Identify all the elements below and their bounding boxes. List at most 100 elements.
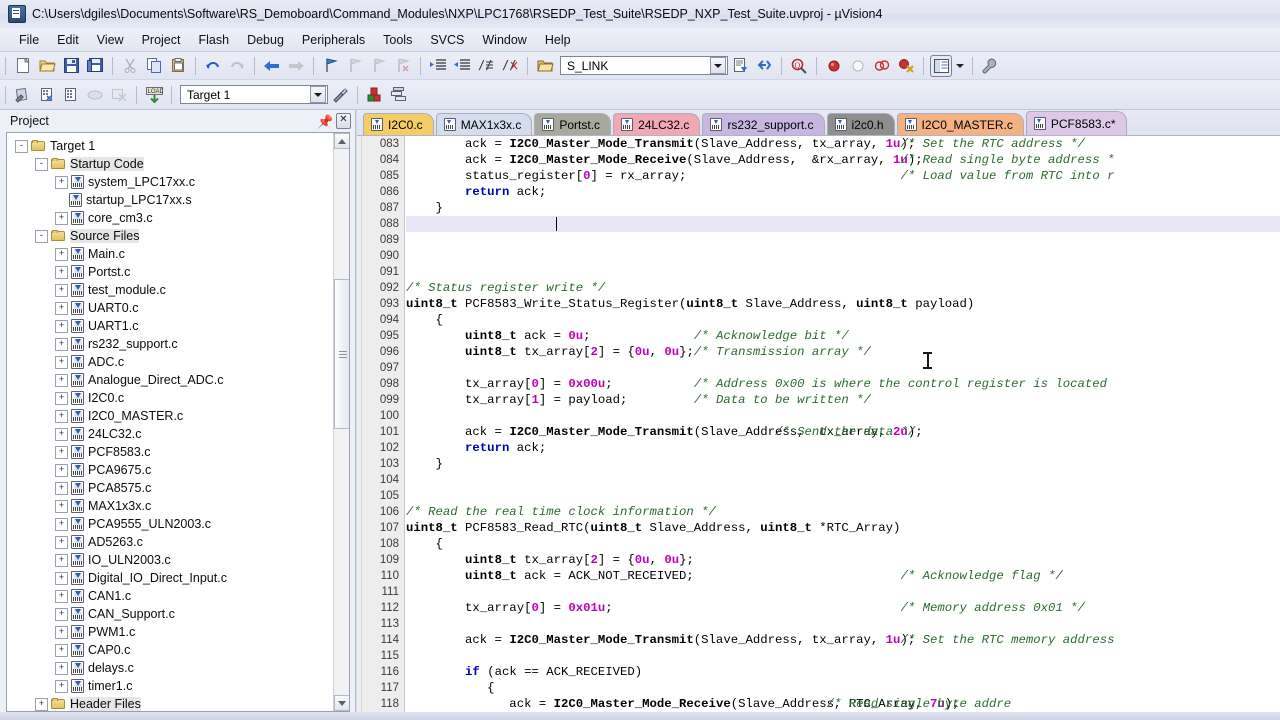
code-line[interactable]: ack = I2C0_Master_Mode_Transmit(Slave_Ad… bbox=[406, 424, 1280, 440]
code-line[interactable]: uint8_t ack = 0u; /* Acknowledge bit */ bbox=[406, 328, 1280, 344]
tree-item[interactable]: + MAX1x3x.c bbox=[7, 497, 333, 515]
batch-build-icon[interactable] bbox=[84, 84, 106, 106]
expand-toggle-icon[interactable]: + bbox=[55, 481, 68, 495]
build-target-icon[interactable] bbox=[36, 84, 58, 106]
expand-toggle-icon[interactable]: + bbox=[55, 319, 68, 333]
expand-toggle-icon[interactable]: + bbox=[55, 211, 68, 225]
tree-item[interactable]: + CAP0.c bbox=[7, 641, 333, 659]
code-line[interactable]: uint8_t tx_array[2] = {0u, 0u};/* Transm… bbox=[406, 344, 1280, 360]
bookmark-toggle-icon[interactable] bbox=[320, 55, 342, 77]
editor-tab-rs232-support-c[interactable]: rs232_support.c bbox=[702, 113, 825, 135]
menu-item-tools[interactable]: Tools bbox=[374, 30, 421, 50]
collapse-toggle-icon[interactable]: - bbox=[35, 229, 48, 243]
code-line[interactable] bbox=[406, 488, 1280, 504]
code-line[interactable]: return ack; bbox=[406, 184, 1280, 200]
expand-toggle-icon[interactable]: + bbox=[55, 175, 68, 189]
save-all-icon[interactable] bbox=[84, 55, 106, 77]
bookmark-clear-icon[interactable] bbox=[392, 55, 414, 77]
code-line[interactable]: } bbox=[406, 456, 1280, 472]
comment-icon[interactable]: // bbox=[475, 55, 497, 77]
tree-item[interactable]: + I2C0.c bbox=[7, 389, 333, 407]
expand-toggle-icon[interactable]: + bbox=[55, 553, 68, 567]
tree-item[interactable]: + AD5263.c bbox=[7, 533, 333, 551]
expand-toggle-icon[interactable]: + bbox=[55, 283, 68, 297]
tree-item[interactable]: + PCA9555_ULN2003.c bbox=[7, 515, 333, 533]
tree-item[interactable]: startup_LPC17xx.s bbox=[7, 191, 333, 209]
editor-tab-pcf8583-c-[interactable]: PCF8583.c* bbox=[1025, 111, 1127, 135]
tree-item[interactable]: + UART1.c bbox=[7, 317, 333, 335]
find-references-icon[interactable] bbox=[753, 55, 775, 77]
tree-item[interactable]: - Source Files bbox=[7, 227, 333, 245]
scroll-up-button[interactable] bbox=[334, 133, 349, 149]
editor-tab-max1x3x-c[interactable]: MAX1x3x.c bbox=[435, 113, 533, 135]
code-line[interactable]: tx_array[1] = payload; /* Data to be writ… bbox=[406, 392, 1280, 408]
tree-item[interactable]: + IO_ULN2003.c bbox=[7, 551, 333, 569]
tree-item[interactable]: + system_LPC17xx.c bbox=[7, 173, 333, 191]
expand-toggle-icon[interactable]: + bbox=[55, 265, 68, 279]
navigate-forward-icon[interactable] bbox=[285, 55, 307, 77]
code-line[interactable] bbox=[406, 248, 1280, 264]
code-line[interactable]: ack = I2C0_Master_Mode_Transmit(Slave_Ad… bbox=[406, 632, 1280, 648]
expand-toggle-icon[interactable]: + bbox=[35, 697, 48, 711]
tree-item[interactable]: - Startup Code bbox=[7, 155, 333, 173]
paste-icon[interactable] bbox=[167, 55, 189, 77]
manage-components-icon[interactable] bbox=[364, 84, 386, 106]
code-line[interactable]: /* Status register write */ bbox=[406, 280, 1280, 296]
expand-toggle-icon[interactable]: + bbox=[55, 661, 68, 675]
expand-toggle-icon[interactable]: + bbox=[55, 571, 68, 585]
outdent-icon[interactable] bbox=[451, 55, 473, 77]
expand-toggle-icon[interactable]: + bbox=[55, 607, 68, 621]
tree-item[interactable]: + delays.c bbox=[7, 659, 333, 677]
indent-icon[interactable] bbox=[427, 55, 449, 77]
expand-toggle-icon[interactable]: + bbox=[55, 337, 68, 351]
tree-item[interactable]: + CAN_Support.c bbox=[7, 605, 333, 623]
menu-item-debug[interactable]: Debug bbox=[238, 30, 293, 50]
find-in-files-icon[interactable]: Q bbox=[788, 55, 810, 77]
tree-item[interactable]: + Header Files bbox=[7, 695, 333, 711]
expand-toggle-icon[interactable]: + bbox=[55, 409, 68, 423]
editor-tab-i2c0-c[interactable]: I2C0.c bbox=[363, 113, 434, 135]
editor-tab-i2c0-master-c[interactable]: I2C0_MASTER.c bbox=[896, 113, 1024, 135]
pin-icon[interactable]: 📌 bbox=[317, 114, 333, 129]
menu-item-help[interactable]: Help bbox=[536, 30, 580, 50]
code-line[interactable]: ack = I2C0_Master_Mode_Receive(Slave_Add… bbox=[406, 696, 1280, 712]
project-tree[interactable]: - Target 1- Startup Code + system_LPC17xx.c s… bbox=[7, 133, 333, 711]
layout-dropdown-icon[interactable] bbox=[954, 55, 966, 77]
code-line[interactable]: } bbox=[406, 200, 1280, 216]
code-line[interactable] bbox=[406, 472, 1280, 488]
chevron-down-icon[interactable] bbox=[310, 86, 326, 103]
tree-item[interactable]: + Portst.c bbox=[7, 263, 333, 281]
expand-toggle-icon[interactable]: + bbox=[55, 625, 68, 639]
tree-item[interactable]: + I2C0_MASTER.c bbox=[7, 407, 333, 425]
uncomment-icon[interactable]: // bbox=[499, 55, 521, 77]
open-file-icon[interactable] bbox=[36, 55, 58, 77]
code-line[interactable] bbox=[406, 216, 1280, 232]
expand-toggle-icon[interactable]: + bbox=[55, 463, 68, 477]
tree-item[interactable]: +24LC32.c bbox=[7, 425, 333, 443]
expand-toggle-icon[interactable]: + bbox=[55, 247, 68, 261]
close-icon[interactable]: ✕ bbox=[336, 113, 351, 129]
tree-item[interactable]: + PCA9675.c bbox=[7, 461, 333, 479]
code-line[interactable]: uint8_t PCF8583_Write_Status_Register(ui… bbox=[406, 296, 1280, 312]
navigate-back-icon[interactable] bbox=[261, 55, 283, 77]
undo-icon[interactable] bbox=[202, 55, 224, 77]
bookmark-prev-icon[interactable] bbox=[344, 55, 366, 77]
insert-breakpoint-icon[interactable] bbox=[823, 55, 845, 77]
expand-toggle-icon[interactable]: + bbox=[55, 391, 68, 405]
window-layout-icon[interactable] bbox=[930, 54, 952, 77]
tree-item[interactable]: + rs232_support.c bbox=[7, 335, 333, 353]
tree-item[interactable]: + CAN1.c bbox=[7, 587, 333, 605]
code-line[interactable] bbox=[406, 616, 1280, 632]
editor-tab-24lc32-c[interactable]: 24LC32.c bbox=[613, 113, 701, 135]
chevron-down-icon[interactable] bbox=[710, 57, 726, 74]
scroll-thumb[interactable] bbox=[334, 279, 349, 429]
download-icon[interactable]: LOAD bbox=[143, 84, 165, 106]
expand-toggle-icon[interactable]: + bbox=[55, 643, 68, 657]
code-lines[interactable]: ack = I2C0_Master_Mode_Transmit(Slave_Ad… bbox=[406, 136, 1280, 720]
code-line[interactable]: { bbox=[406, 312, 1280, 328]
menu-item-flash[interactable]: Flash bbox=[189, 30, 238, 50]
code-line[interactable]: ack = I2C0_Master_Mode_Receive(Slave_Add… bbox=[406, 152, 1280, 168]
target-options-icon[interactable] bbox=[329, 84, 351, 106]
menu-item-project[interactable]: Project bbox=[133, 30, 190, 50]
expand-toggle-icon[interactable]: + bbox=[55, 679, 68, 693]
